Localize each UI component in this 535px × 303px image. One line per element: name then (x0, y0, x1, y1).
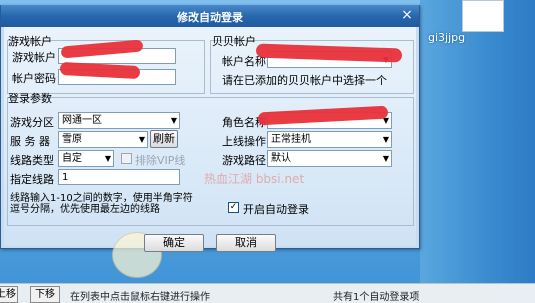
dialog-title: 修改自动登录 (177, 11, 243, 24)
dialog-body: 游戏帐户 游戏帐户 帐户密码 贝贝帐户 帐户名称 ▼ 请在已添加的贝贝帐户中选择… (4, 27, 416, 278)
server-select[interactable]: 雪原 ▼ (58, 131, 148, 148)
auto-login-label: 开启自动登录 (243, 203, 309, 216)
cancel-button[interactable]: 取消 (216, 234, 276, 252)
desktop-file-label[interactable]: gi3jjpg (428, 31, 465, 44)
close-icon[interactable]: × (399, 7, 415, 23)
line-type-label: 线路类型 (10, 154, 54, 167)
file-thumbnail[interactable] (462, 0, 504, 32)
custom-line-label: 指定线路 (10, 173, 54, 186)
line-note-2: 逗号分隔，优先使用最左边的线路 (10, 204, 160, 215)
bottom-status-text: 共有1个自动登录项 (333, 292, 420, 303)
server-label: 服 务 器 (10, 135, 50, 148)
account-label: 游戏帐户 (12, 51, 56, 64)
bottom-hint-text: 在列表中点击鼠标右键进行操作 (70, 292, 210, 303)
route-select[interactable]: 默认 ▼ (267, 150, 392, 167)
exclude-vip-label: 排除VIP线 (135, 154, 186, 167)
zone-select[interactable]: 网通一区 ▼ (58, 112, 180, 129)
desktop-right-panel (420, 0, 535, 302)
ok-button[interactable]: 确定 (144, 234, 204, 252)
game-account-legend: 游戏帐户 (8, 35, 52, 48)
exclude-vip-checkbox[interactable] (121, 153, 132, 164)
chevron-down-icon: ▼ (104, 154, 111, 163)
chevron-down-icon: ▼ (382, 135, 389, 144)
server-value: 雪原 (62, 134, 82, 145)
chevron-down-icon: ▼ (382, 154, 389, 163)
route-value: 默认 (271, 153, 291, 164)
beibei-hint: 请在已添加的贝贝帐户中选择一个 (222, 74, 387, 87)
online-action-value: 正常挂机 (271, 134, 311, 145)
route-label: 游戏路径 (222, 154, 266, 167)
custom-line-input[interactable]: 1 (58, 169, 180, 185)
online-action-label: 上线操作 (222, 135, 266, 148)
zone-label: 游戏分区 (10, 116, 54, 129)
watermark-text: 热血江湖 bbsi.net (204, 172, 305, 186)
login-params-legend: 登录参数 (8, 92, 52, 105)
move-up-button[interactable]: 上移 (0, 286, 18, 303)
password-label: 帐户密码 (12, 72, 56, 85)
move-down-button[interactable]: 下移 (30, 286, 60, 303)
zone-value: 网通一区 (62, 115, 102, 126)
edit-auto-login-dialog: 修改自动登录 × 游戏帐户 游戏帐户 帐户密码 贝贝帐户 帐户名称 ▼ 请在已添… (0, 5, 420, 278)
line-type-select[interactable]: 自定 ▼ (58, 150, 114, 167)
chevron-down-icon: ▼ (138, 135, 145, 144)
chevron-down-icon: ▼ (170, 116, 177, 125)
beibei-account-legend: 贝贝帐户 (212, 35, 256, 48)
auto-login-checkbox[interactable]: ✓ (228, 202, 239, 213)
online-action-select[interactable]: 正常挂机 ▼ (267, 131, 392, 148)
line-type-value: 自定 (62, 153, 82, 164)
refresh-button[interactable]: 刷新 (150, 130, 178, 148)
